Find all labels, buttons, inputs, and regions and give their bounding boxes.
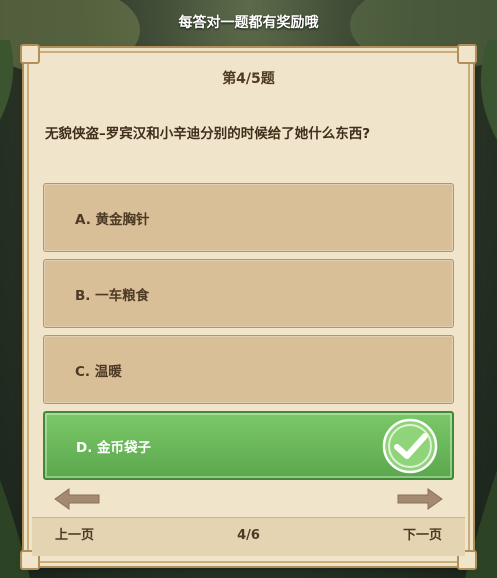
reward-banner-text: 每答对一题都有奖励哦 (178, 15, 319, 31)
option-b-label: B. 一车粮食 (75, 287, 150, 304)
quiz-card: 第4/5题 无貌侠盗–罗宾汉和小辛迪分别的时候给了她什么东西? A. 黄金胸针 … (20, 44, 477, 570)
card-corner-ornament (457, 44, 477, 64)
option-c-label: C. 温暖 (75, 363, 122, 380)
checkmark-icon (382, 418, 438, 474)
option-d-label: D. 金币袋子 (76, 439, 152, 456)
question-text: 无貌侠盗–罗宾汉和小辛迪分别的时候给了她什么东西? (45, 126, 371, 142)
arrow-right-icon[interactable] (396, 487, 444, 511)
question-progress: 第4/5题 (222, 71, 275, 87)
option-b[interactable]: B. 一车粮食 (43, 259, 454, 328)
option-c[interactable]: C. 温暖 (43, 335, 454, 404)
arrow-left-icon[interactable] (53, 487, 101, 511)
option-a[interactable]: A. 黄金胸针 (43, 183, 454, 252)
option-d[interactable]: D. 金币袋子 (43, 411, 454, 480)
option-a-label: A. 黄金胸针 (75, 211, 150, 228)
next-page-button[interactable]: 下一页 (403, 524, 442, 543)
reward-banner: 每答对一题都有奖励哦 (0, 0, 497, 44)
card-corner-ornament (20, 44, 40, 64)
